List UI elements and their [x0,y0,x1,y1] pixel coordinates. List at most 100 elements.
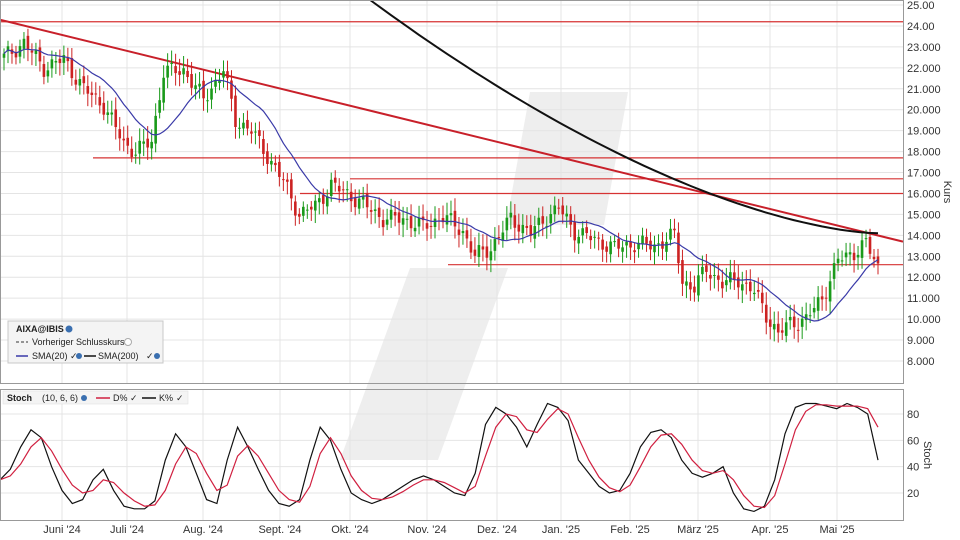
stoch-title: Stoch [7,393,32,403]
x-tick-label: Sept. '24 [258,524,301,536]
legend-d-label: D% [113,393,128,403]
legend-sma20-label: SMA(20) [32,351,68,361]
price-tick-label: 9.000 [907,335,935,347]
candle-body [266,151,269,164]
candle-body [665,241,668,252]
sma20-settings-icon[interactable] [76,353,82,359]
candle-body [274,162,277,166]
candle-body [353,198,357,208]
candle-body [158,100,161,113]
candle-body [445,215,449,225]
candle-body [693,286,696,293]
k-check-icon[interactable]: ✓ [176,393,184,403]
price-tick-label: 12.000 [907,272,941,284]
candle-body [90,92,94,96]
candle-body [816,297,820,311]
candle-body [497,237,501,239]
x-tick-label: Juli '24 [110,524,144,536]
price-tick-label: 19.000 [907,126,941,138]
candle-body [621,247,624,252]
candle-body [254,131,257,133]
price-tick-label: 24.00 [907,21,935,33]
candle-body [122,138,126,141]
candle-body [505,217,509,231]
candle-body [46,70,50,77]
stoch-tick-label: 80 [907,409,919,421]
candle-body [477,245,481,257]
price-tick-label: 23.000 [907,42,941,54]
candle-body [617,238,620,249]
price-tick-label: 25.00 [907,0,935,12]
candle-body [705,265,708,272]
candle-body [405,218,409,220]
candle-body [162,77,165,103]
candle-body [756,289,760,292]
candle-body [86,86,90,94]
d-check-icon[interactable]: ✓ [130,393,138,403]
candle-body [465,230,469,239]
x-tick-label: Apr. '25 [752,524,789,536]
candle-body [748,281,752,292]
prev-close-toggle-icon[interactable] [124,338,132,346]
candle-body [449,213,453,216]
symbol-info-icon[interactable] [65,325,73,333]
stoch-axis-ticks: 20 40 60 80 [907,409,919,500]
candle-body [278,161,281,177]
candle-body [409,216,413,229]
candle-body [764,304,768,323]
candle-body [737,277,740,288]
stoch-settings-icon[interactable] [81,395,87,401]
candle-body [812,307,816,313]
candle-body [317,198,321,203]
candle-body [417,217,421,227]
price-tick-label: 18.000 [907,147,941,159]
price-tick-label: 22.000 [907,63,941,75]
sma200-settings-icon[interactable] [154,353,160,359]
candle-body [685,281,688,286]
candle-body [238,127,241,129]
candle-body [166,65,169,78]
candle-body [106,112,110,115]
candle-body [625,241,628,246]
candle-body [469,241,473,253]
candle-body [309,206,313,210]
candle-body [673,228,676,231]
candle-body [820,296,824,300]
price-legend: AIXA@IBIS Vorheriger Schlusskurs SMA(20)… [7,320,164,364]
price-tick-label: 13.000 [907,251,941,263]
candle-body [605,246,608,252]
candle-body [329,179,333,196]
price-axis-ticks: 8.000 9.000 10.000 11.000 12.000 13.000 14.000… [907,0,941,368]
candle-body [246,119,249,129]
candle-body [321,195,325,204]
candle-body [669,228,672,240]
candle-body [828,281,832,302]
candle-body [461,231,465,234]
candle-body [369,210,373,212]
candle-body [689,282,692,290]
sma200-check-icon[interactable]: ✓ [146,351,154,361]
candle-body [597,237,600,239]
candle-body [457,229,461,235]
candle-body [713,275,716,277]
candle-body [453,210,457,227]
candle-body [709,274,712,279]
candle-body [345,189,349,191]
candle-body [413,227,417,232]
candle-body [593,236,596,238]
candle-body [357,198,361,209]
candle-body [294,201,297,216]
candle-body [170,62,173,64]
candle-body [645,236,648,244]
stoch-params: (10, 6, 6) [42,393,78,403]
candle-body [306,209,309,211]
candle-body [210,88,213,100]
candle-body [641,235,644,245]
stock-chart: 8.000 9.000 10.000 11.000 12.000 13.000 14.000… [0,0,953,536]
stoch-axis-title: Stoch [921,441,933,469]
candle-body [701,266,704,275]
candle-body [234,95,237,128]
candle-body [258,130,261,136]
legend-k-label: K% [159,393,173,403]
candle-body [2,53,6,58]
